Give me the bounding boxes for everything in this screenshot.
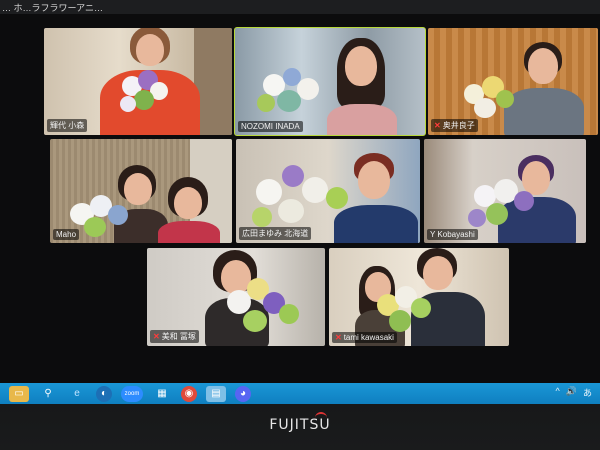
task-view-icon[interactable]: ▦ [152, 386, 172, 402]
video-tile-2[interactable]: NOZOMI INADA [234, 27, 426, 136]
video-tile-7[interactable]: ✕ 美和 冨塚 [147, 248, 325, 346]
windows-taskbar: ▭ ⚲ e ◐ zoom ▦ ◉ ▤ ◕ ^ 🔊 あ [0, 383, 600, 404]
participant-name: 奥井良子 [442, 121, 475, 130]
nameplate: 輝代 小森 [47, 119, 88, 132]
zoom-meeting-window: … ホ…ラフラワーアニ… 輝代 小森 NOZOMI INADA ✕ 奥井良子 M… [0, 0, 600, 404]
zoom-icon[interactable]: zoom [121, 385, 143, 402]
video-tile-8[interactable]: ✕ tami kawasaki [329, 248, 509, 346]
participant-name: Maho [56, 230, 77, 239]
nameplate: ✕ 美和 冨塚 [150, 330, 199, 343]
flower-bouquet [248, 159, 358, 237]
nameplate: NOZOMI INADA [238, 121, 303, 132]
notes-icon[interactable]: ▤ [206, 385, 226, 402]
participant-name: 輝代 小森 [50, 121, 85, 130]
video-tile-1[interactable]: 輝代 小森 [44, 28, 232, 135]
file-explorer-icon[interactable]: ▭ [9, 385, 29, 402]
monitor-brand: FUJITSU [269, 417, 331, 433]
nameplate: ✕ tami kawasaki [332, 332, 397, 343]
edge-icon[interactable]: ◐ [96, 385, 112, 402]
flower-bouquet [253, 64, 333, 124]
flower-bouquet [456, 72, 526, 126]
video-tile-3[interactable]: ✕ 奥井良子 [428, 28, 598, 135]
video-tile-5[interactable]: 広田まゆみ 北海道 [236, 139, 420, 243]
title-bar: … ホ…ラフラワーアニ… [0, 0, 600, 14]
volume-icon[interactable]: 🔊 [566, 386, 577, 399]
participant-name: Y Kobayashi [430, 230, 475, 239]
muted-mic-icon: ✕ [434, 121, 441, 130]
participant-name: 美和 冨塚 [161, 332, 196, 341]
internet-explorer-icon[interactable]: e [67, 386, 87, 402]
flower-bouquet [466, 175, 550, 239]
nameplate: 広田まゆみ 北海道 [239, 227, 312, 240]
muted-mic-icon: ✕ [335, 333, 342, 342]
participant-name: NOZOMI INADA [241, 122, 300, 131]
nameplate: Maho [53, 229, 80, 240]
muted-mic-icon: ✕ [153, 332, 160, 341]
video-tile-4[interactable]: Maho [50, 139, 232, 243]
ime-indicator[interactable]: あ [583, 386, 592, 399]
flower-bouquet [217, 274, 307, 344]
monitor-photo: … ホ…ラフラワーアニ… 輝代 小森 NOZOMI INADA ✕ 奥井良子 M… [0, 0, 600, 450]
video-tile-6[interactable]: Y Kobayashi [424, 139, 586, 243]
meeting-title: … ホ…ラフラワーアニ… [2, 3, 103, 13]
zoom-label: zoom [124, 390, 140, 397]
participant-name: 広田まゆみ 北海道 [242, 229, 309, 238]
system-tray: ^ 🔊 あ [556, 386, 592, 399]
discord-icon[interactable]: ◕ [235, 385, 251, 402]
search-icon[interactable]: ⚲ [38, 386, 58, 402]
participant-name: tami kawasaki [343, 333, 394, 342]
nameplate: ✕ 奥井良子 [431, 119, 478, 132]
nameplate: Y Kobayashi [427, 229, 478, 240]
flower-bouquet [116, 68, 174, 118]
tray-expand-icon[interactable]: ^ [556, 386, 560, 399]
chrome-icon[interactable]: ◉ [181, 385, 197, 402]
